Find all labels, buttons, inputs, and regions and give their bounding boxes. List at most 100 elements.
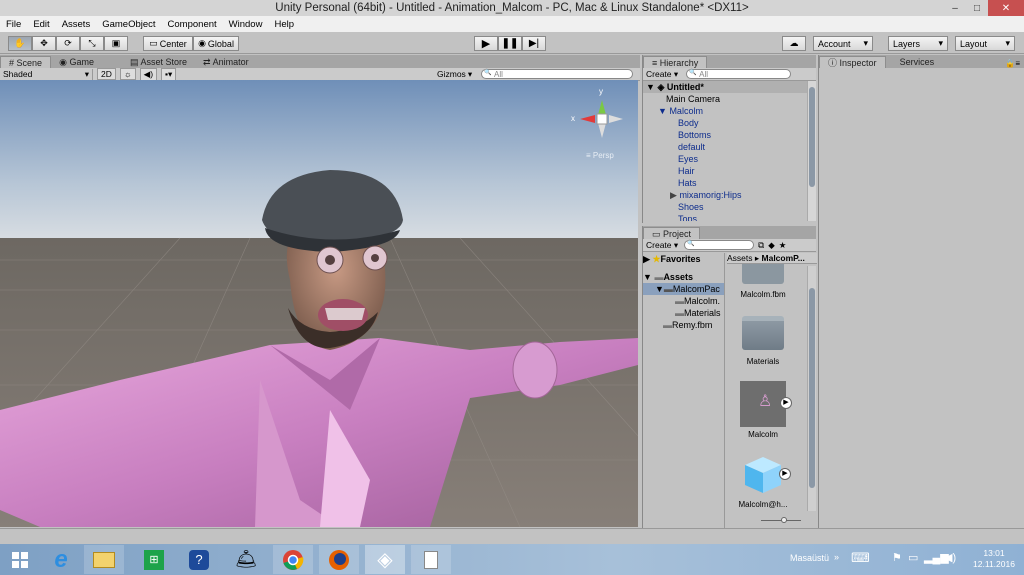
rect-tool-button[interactable]: ▣: [104, 36, 128, 51]
keyboard-icon[interactable]: ⌨: [851, 550, 870, 566]
close-button[interactable]: ✕: [988, 0, 1024, 16]
2d-toggle[interactable]: 2D: [97, 68, 116, 80]
project-create-dropdown[interactable]: Create ▾: [646, 240, 678, 251]
favorite-star-icon[interactable]: ★: [779, 240, 787, 251]
clock[interactable]: 13:01 12.11.2016: [972, 548, 1016, 570]
gizmos-dropdown[interactable]: Gizmos ▾: [437, 69, 472, 80]
tab-services[interactable]: Services: [892, 56, 943, 68]
icon-size-slider[interactable]: [761, 517, 801, 524]
menu-gameobject[interactable]: GameObject: [96, 19, 161, 30]
hierarchy-scrollbar[interactable]: [807, 81, 816, 221]
tree-item-eyes[interactable]: Eyes: [646, 153, 816, 165]
lighting-toggle[interactable]: ☼: [119, 68, 136, 80]
taskbar-explorer[interactable]: [84, 545, 124, 574]
menu-file[interactable]: File: [0, 19, 27, 30]
scrollbar-thumb[interactable]: [809, 87, 815, 187]
layers-dropdown[interactable]: Layers ▾: [888, 36, 948, 51]
tab-project[interactable]: ▭ Project: [643, 227, 701, 239]
scrollbar-thumb[interactable]: [809, 288, 815, 488]
taskbar-store[interactable]: ⊞: [134, 545, 174, 574]
taskbar-firefox[interactable]: [319, 545, 359, 574]
taskbar-desktop-label[interactable]: Masaüstü: [790, 553, 829, 563]
tab-asset-store[interactable]: ▤ Asset Store: [122, 56, 195, 68]
asset-malcolm-fbm[interactable]: Malcolm.fbm: [733, 264, 793, 299]
tree-item-default[interactable]: default: [646, 141, 816, 153]
rotate-tool-button[interactable]: ⟳: [56, 36, 80, 51]
battery-icon[interactable]: ▭: [908, 551, 918, 564]
audio-toggle[interactable]: ◀): [139, 67, 158, 81]
favorites-item[interactable]: ▶ ★Favorites: [643, 253, 724, 265]
persp-label[interactable]: ≡ Persp: [586, 151, 614, 160]
breadcrumb-malcompac[interactable]: MalcomP...: [762, 253, 805, 263]
scale-tool-button[interactable]: ⤡: [80, 36, 104, 51]
tree-item-malcolm[interactable]: ▼ Malcolm: [646, 105, 816, 117]
breadcrumb-assets[interactable]: Assets: [727, 253, 753, 263]
start-button[interactable]: [0, 545, 40, 574]
assets-root-item[interactable]: ▼ ▬Assets: [643, 271, 724, 283]
tree-item-hair[interactable]: Hair: [646, 165, 816, 177]
folder-malcolm[interactable]: ▬Malcolm.: [643, 295, 724, 307]
folder-malcompac[interactable]: ▼▬MalcomPac: [643, 283, 724, 295]
expand-play-icon[interactable]: ▶: [779, 468, 791, 480]
asset-malcolm-prefab[interactable]: ♙ ▶ Malcolm: [733, 381, 793, 439]
filter-label-icon[interactable]: ◆: [768, 240, 775, 251]
tree-item-tops[interactable]: Tops: [646, 213, 816, 221]
tab-inspector[interactable]: ⓘ Inspector: [819, 56, 886, 68]
menu-assets[interactable]: Assets: [56, 19, 97, 30]
project-search-input[interactable]: [684, 240, 755, 250]
project-scrollbar[interactable]: [807, 266, 816, 511]
hand-tool-button[interactable]: ✋: [8, 36, 32, 51]
pivot-center-button[interactable]: ▭ Center: [143, 36, 193, 51]
move-tool-button[interactable]: ✥: [32, 36, 56, 51]
step-button[interactable]: ▶|: [522, 36, 546, 51]
asset-malcolm-h[interactable]: ▶ Malcolm@h...: [733, 455, 793, 509]
taskbar-document[interactable]: [411, 545, 451, 574]
taskbar-chrome[interactable]: [273, 545, 313, 574]
tree-item-bottoms[interactable]: Bottoms: [646, 129, 816, 141]
taskbar-ie[interactable]: e: [41, 545, 81, 574]
tab-scene[interactable]: # Scene: [0, 56, 52, 68]
hierarchy-create-dropdown[interactable]: Create ▾: [646, 69, 678, 80]
scene-viewport[interactable]: [0, 80, 638, 527]
scene-search-input[interactable]: All: [481, 69, 633, 79]
folder-remy[interactable]: ▬Remy.fbm: [643, 319, 724, 331]
pause-button[interactable]: ❚❚: [498, 36, 522, 51]
tab-animator[interactable]: ⇄ Animator: [195, 56, 257, 68]
tree-item-hips[interactable]: ▶ mixamorig:Hips: [646, 189, 816, 201]
menu-edit[interactable]: Edit: [27, 19, 55, 30]
scene-root[interactable]: ▼ ◈ Untitled*: [643, 81, 816, 93]
tree-item-hats[interactable]: Hats: [646, 177, 816, 189]
shading-dropdown[interactable]: Shaded ▾: [3, 68, 93, 80]
hierarchy-search-input[interactable]: All: [686, 69, 792, 79]
tray-arrows-icon[interactable]: »: [834, 552, 839, 562]
folder-remy-label: Remy.fbm: [672, 320, 713, 330]
tree-item-body[interactable]: Body: [646, 117, 816, 129]
volume-icon[interactable]: ◀): [944, 551, 956, 564]
taskbar-contact[interactable]: 🛎: [226, 545, 266, 574]
scene-orientation-gizmo[interactable]: y x: [565, 87, 625, 150]
play-button[interactable]: ▶: [474, 36, 498, 51]
scene-view[interactable]: y x ≡ Persp: [0, 80, 638, 527]
asset-materials[interactable]: Materials: [733, 316, 793, 366]
tab-hierarchy[interactable]: ≡ Hierarchy: [643, 56, 708, 68]
panel-menu-icon[interactable]: 🔒≡: [1005, 59, 1024, 68]
effects-dropdown[interactable]: ▪▾: [161, 67, 177, 81]
taskbar-unity[interactable]: ◈: [365, 545, 405, 574]
slider-knob[interactable]: [781, 517, 787, 523]
layout-dropdown[interactable]: Layout ▾: [955, 36, 1015, 51]
flag-icon[interactable]: ⚑: [892, 551, 902, 564]
filter-type-icon[interactable]: ⧉: [758, 240, 764, 251]
folder-materials[interactable]: ▬Materials: [643, 307, 724, 319]
account-dropdown[interactable]: Account ▾: [813, 36, 873, 51]
global-button[interactable]: ◉ Global: [193, 36, 239, 51]
maximize-button[interactable]: □: [966, 0, 988, 16]
menu-component[interactable]: Component: [162, 19, 223, 30]
tree-item-shoes[interactable]: Shoes: [646, 201, 816, 213]
taskbar-help[interactable]: ?: [179, 545, 219, 574]
tab-game[interactable]: ◉ Game: [51, 56, 102, 68]
menu-window[interactable]: Window: [223, 19, 269, 30]
tree-item-main-camera[interactable]: Main Camera: [646, 93, 816, 105]
cloud-button[interactable]: ☁: [782, 36, 806, 51]
minimize-button[interactable]: –: [944, 0, 966, 16]
menu-help[interactable]: Help: [268, 19, 300, 30]
